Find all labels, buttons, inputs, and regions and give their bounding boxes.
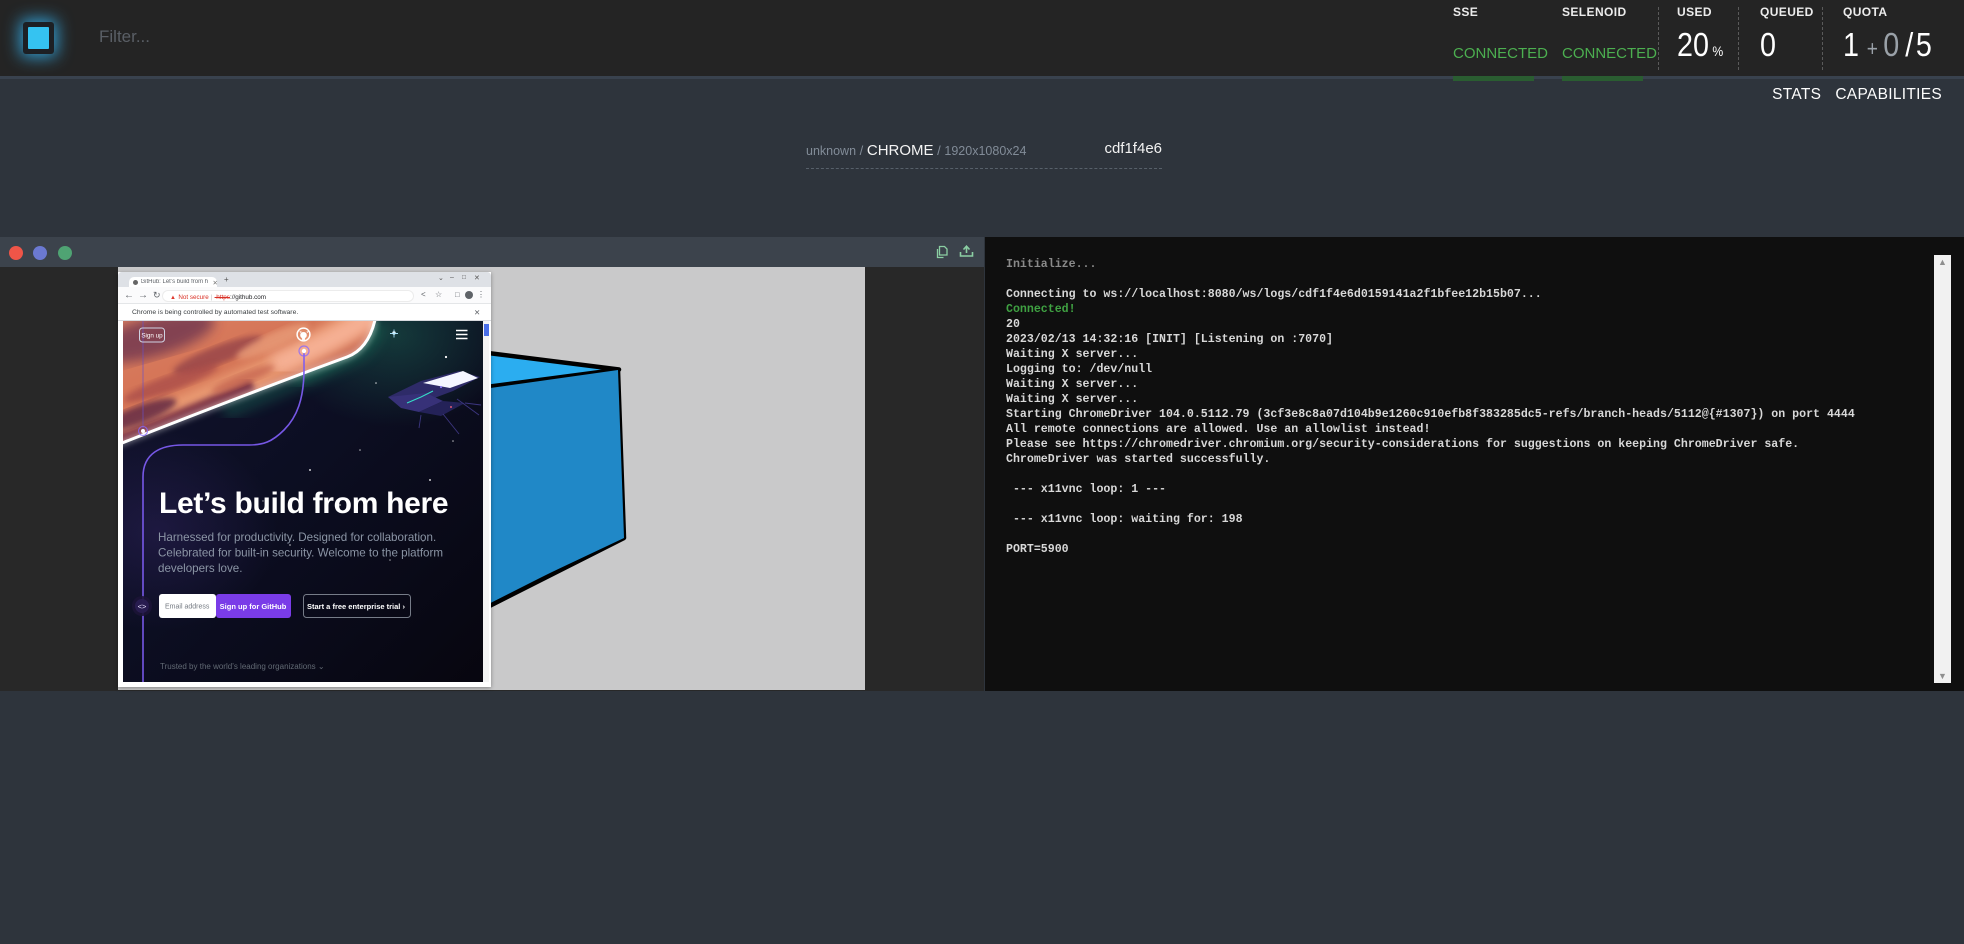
svg-text:Trusted by the world’s leading: Trusted by the world’s leading organizat… (160, 662, 325, 671)
svg-text:<>: <> (138, 602, 147, 611)
svg-text:Celebrated for built-in securi: Celebrated for built-in security. Welcom… (158, 547, 443, 560)
svg-text:Start a free enterprise trial: Start a free enterprise trial › (307, 602, 405, 611)
svg-text:Sign up for GitHub: Sign up for GitHub (220, 602, 287, 611)
svg-text:developers love.: developers love. (158, 562, 242, 575)
svg-text:Email address: Email address (165, 604, 210, 611)
svg-text:Sign up: Sign up (141, 333, 163, 340)
svg-text:Let’s build from here: Let’s build from here (159, 487, 448, 520)
svg-text:Harnessed for productivity. De: Harnessed for productivity. Designed for… (158, 531, 436, 544)
